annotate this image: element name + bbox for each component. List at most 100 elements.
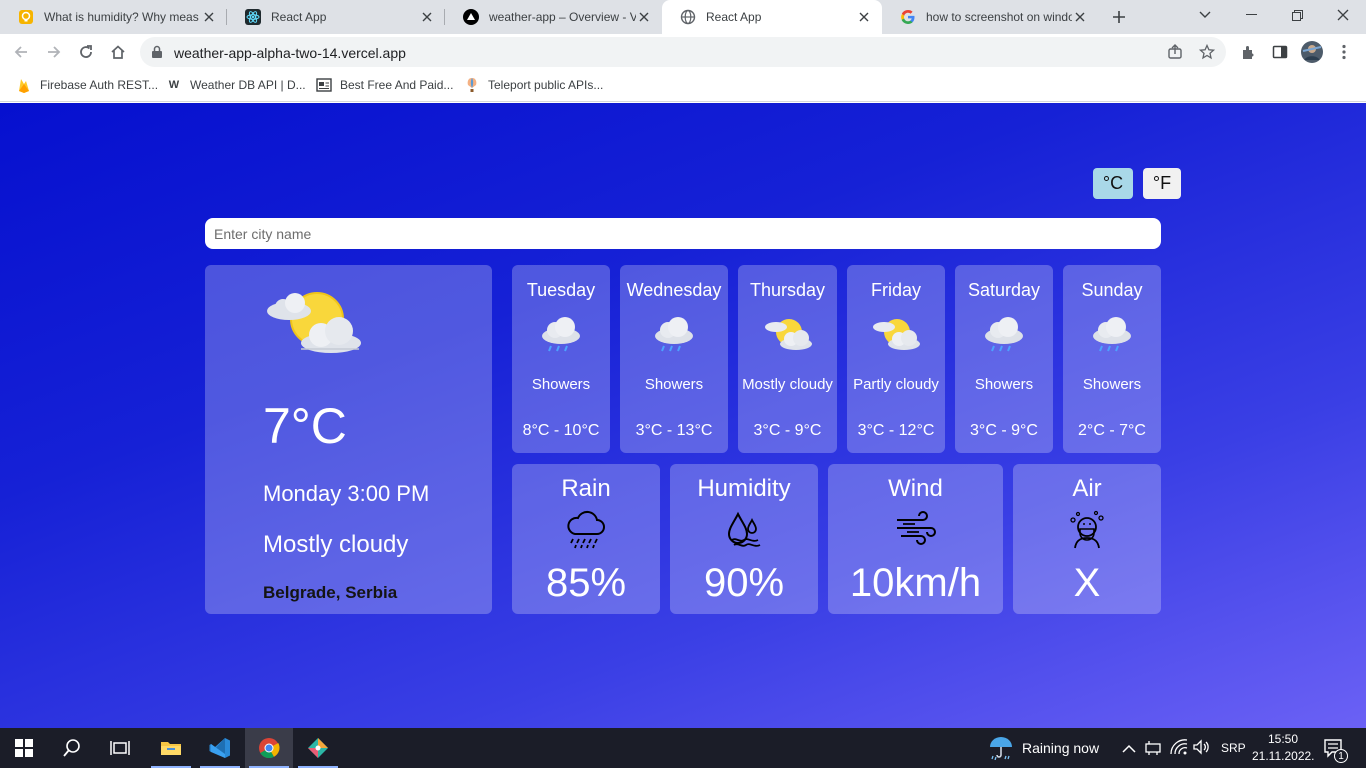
tab-humidity[interactable]: What is humidity? Why meas xyxy=(0,0,227,34)
bookmark-teleport[interactable]: Teleport public APIs... xyxy=(464,77,603,93)
language-indicator[interactable]: SRP xyxy=(1221,741,1246,755)
tab-title: how to screenshot on windo xyxy=(926,10,1072,24)
close-icon[interactable] xyxy=(1072,9,1088,25)
start-button[interactable] xyxy=(0,728,48,768)
chevron-up-icon[interactable] xyxy=(1122,741,1136,759)
lightbulb-icon xyxy=(18,9,34,25)
wifi-icon[interactable] xyxy=(1170,739,1188,760)
extensions-icon[interactable] xyxy=(1236,40,1260,64)
current-weather-card: 7°C Monday 3:00 PM Mostly cloudy Belgrad… xyxy=(205,265,492,614)
forecast-day-card: Wednesday Showers 3°C - 13°C xyxy=(620,265,728,453)
url-text[interactable]: weather-app-alpha-two-14.vercel.app xyxy=(174,45,406,61)
react-icon xyxy=(245,9,261,25)
celsius-button[interactable]: °C xyxy=(1093,168,1133,199)
bookmark-best-free[interactable]: Best Free And Paid... xyxy=(316,77,453,93)
vercel-icon xyxy=(463,9,479,25)
file-explorer-icon[interactable] xyxy=(147,728,195,768)
new-tab-button[interactable] xyxy=(1108,6,1130,28)
bookmark-star-icon[interactable] xyxy=(1198,43,1216,61)
back-button[interactable] xyxy=(9,40,33,64)
forecast-condition: Showers xyxy=(974,376,1034,393)
wind-card: Wind 10km/h xyxy=(828,464,1003,614)
forecast-day-name: Tuesday xyxy=(526,280,596,300)
profile-avatar[interactable] xyxy=(1300,40,1324,64)
stat-value: X xyxy=(1073,561,1101,605)
chrome-icon[interactable] xyxy=(245,728,293,768)
tab-search-button[interactable] xyxy=(1182,0,1228,30)
weather-status[interactable]: Raining now xyxy=(1022,740,1099,756)
tab-react-app[interactable]: React App xyxy=(227,0,445,34)
tab-title: What is humidity? Why meas xyxy=(44,10,199,24)
clock-time[interactable]: 15:50 xyxy=(1268,732,1298,746)
task-view-icon[interactable] xyxy=(96,728,144,768)
close-icon[interactable] xyxy=(419,9,435,25)
weather-umbrella-icon[interactable] xyxy=(988,736,1014,765)
forecast-day-name: Sunday xyxy=(1081,280,1143,300)
forecast-range: 8°C - 10°C xyxy=(522,422,600,439)
close-icon[interactable] xyxy=(856,9,872,25)
humidity-icon xyxy=(724,510,764,555)
bookmark-weather-db[interactable]: W Weather DB API | D... xyxy=(166,77,306,93)
tab-title: React App xyxy=(271,10,327,24)
tab-google-search[interactable]: how to screenshot on windo xyxy=(882,0,1098,34)
volume-icon[interactable] xyxy=(1193,739,1211,760)
bookmark-label: Best Free And Paid... xyxy=(340,78,454,92)
close-window-button[interactable] xyxy=(1320,0,1366,30)
bookmark-firebase[interactable]: Firebase Auth REST... xyxy=(16,77,158,93)
home-button[interactable] xyxy=(106,40,130,64)
git-kraken-icon[interactable] xyxy=(294,728,342,768)
forecast-day-card: Sunday Showers 2°C - 7°C xyxy=(1063,265,1161,453)
city-search-input[interactable] xyxy=(205,218,1161,249)
forecast-day-name: Thursday xyxy=(749,280,826,300)
stat-value: 85% xyxy=(545,561,627,605)
partly-cloudy-icon xyxy=(265,289,361,360)
forecast-day-card: Thursday Mostly cloudy 3°C - 9°C xyxy=(738,265,837,453)
close-icon[interactable] xyxy=(636,9,652,25)
lock-icon[interactable] xyxy=(151,45,163,64)
forecast-condition: Showers xyxy=(1082,376,1142,393)
forward-button[interactable] xyxy=(42,40,66,64)
close-icon[interactable] xyxy=(201,9,217,25)
address-bar[interactable]: weather-app-alpha-two-14.vercel.app xyxy=(140,37,1226,67)
forecast-condition: Showers xyxy=(531,376,591,393)
showers-icon xyxy=(982,312,1026,361)
humidity-card: Humidity 90% xyxy=(670,464,818,614)
network-adapter-icon[interactable] xyxy=(1145,740,1161,761)
tab-react-app-active[interactable]: React App xyxy=(662,0,882,34)
menu-icon[interactable] xyxy=(1332,40,1356,64)
fahrenheit-button[interactable]: °F xyxy=(1143,168,1181,199)
reload-button[interactable] xyxy=(74,40,98,64)
stat-name: Humidity xyxy=(697,475,791,502)
forecast-range: 3°C - 9°C xyxy=(970,422,1038,439)
forecast-day-name: Wednesday xyxy=(626,280,722,300)
wind-icon xyxy=(895,510,937,551)
current-condition: Mostly cloudy xyxy=(263,531,409,558)
bookmark-label: Teleport public APIs... xyxy=(488,78,604,92)
current-temperature: 7°C xyxy=(263,398,347,454)
forecast-day-card: Saturday Showers 3°C - 9°C xyxy=(955,265,1053,453)
forecast-day-card: Friday Partly cloudy 3°C - 12°C xyxy=(847,265,945,453)
bookmark-icon xyxy=(316,77,332,93)
windows-taskbar: Raining now SRP 15:50 21.11.2022. 1 xyxy=(0,728,1366,768)
google-icon xyxy=(900,9,916,25)
stat-value: 10km/h xyxy=(849,561,982,605)
restore-button[interactable] xyxy=(1274,0,1320,30)
share-icon[interactable] xyxy=(1166,43,1184,61)
showers-icon xyxy=(1090,312,1134,361)
forecast-condition: Mostly cloudy xyxy=(742,376,833,393)
clock-date[interactable]: 21.11.2022. xyxy=(1252,749,1315,763)
globe-icon xyxy=(680,9,696,25)
search-icon[interactable] xyxy=(48,728,96,768)
bookmark-label: Weather DB API | D... xyxy=(190,78,306,92)
tab-title: React App xyxy=(706,10,762,24)
balloon-icon xyxy=(464,77,480,93)
rain-card: Rain 85% xyxy=(512,464,660,614)
showers-icon xyxy=(652,312,696,361)
tab-vercel[interactable]: weather-app – Overview - Ve xyxy=(445,0,662,34)
forecast-range: 2°C - 7°C xyxy=(1078,422,1146,439)
forecast-range: 3°C - 12°C xyxy=(857,422,935,439)
minimize-button[interactable] xyxy=(1228,0,1274,30)
bookmarks-bar: Firebase Auth REST... W Weather DB API |… xyxy=(0,70,1366,102)
side-panel-icon[interactable] xyxy=(1268,40,1292,64)
vscode-icon[interactable] xyxy=(196,728,244,768)
